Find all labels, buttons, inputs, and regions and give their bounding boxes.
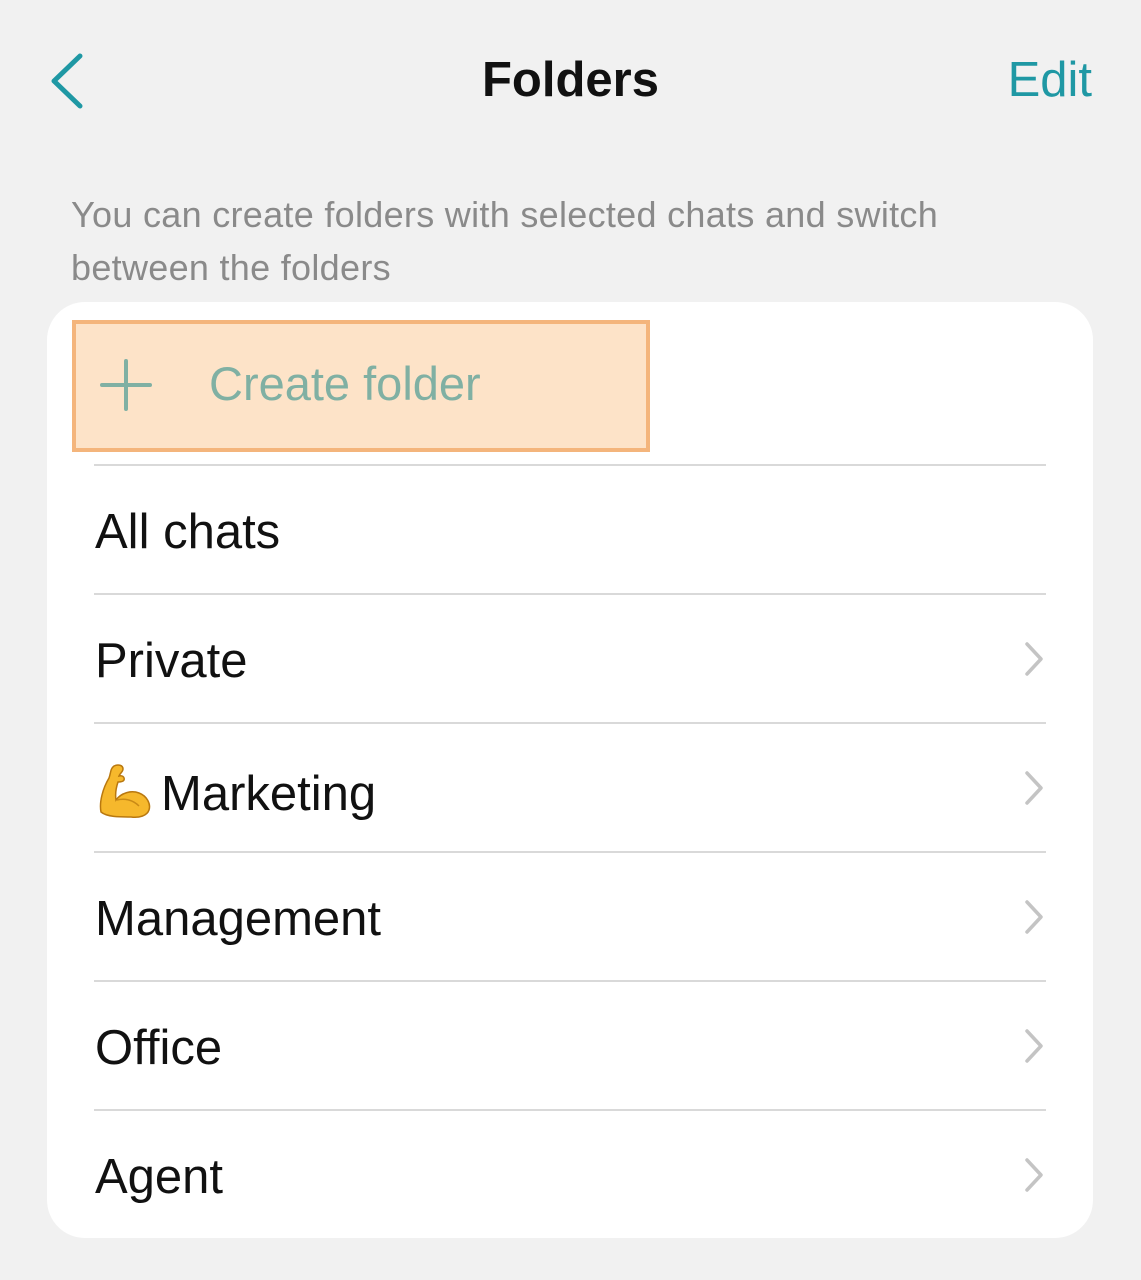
- navigation-bar: Folders Edit: [0, 0, 1141, 160]
- folder-row-management[interactable]: Management: [47, 851, 1093, 980]
- row-divider: [94, 1109, 1046, 1111]
- chevron-right-icon: [1025, 1029, 1043, 1063]
- folders-card: Create folder All chats Private Marketin…: [47, 302, 1093, 1238]
- folder-list: All chats Private Marketing Management O…: [47, 464, 1093, 1238]
- chevron-right-icon: [1025, 1158, 1043, 1192]
- edit-button[interactable]: Edit: [1008, 50, 1092, 110]
- folder-label: All chats: [95, 505, 281, 559]
- row-divider: [94, 593, 1046, 595]
- folder-row-private[interactable]: Private: [47, 593, 1093, 722]
- folder-label: Management: [95, 892, 382, 946]
- folder-label: Marketing: [161, 767, 377, 821]
- create-folder-label: Create folder: [209, 357, 481, 410]
- folder-label-wrapper: Marketing: [95, 760, 376, 824]
- chevron-right-icon: [1025, 642, 1043, 676]
- folder-label: Office: [95, 1021, 223, 1075]
- row-divider: [94, 980, 1046, 982]
- create-folder-button[interactable]: Create folder: [47, 302, 1093, 464]
- folder-row-office[interactable]: Office: [47, 980, 1093, 1109]
- row-divider: [94, 464, 1046, 466]
- folder-row-all-chats[interactable]: All chats: [47, 464, 1093, 593]
- row-divider: [94, 722, 1046, 724]
- folders-description: You can create folders with selected cha…: [71, 194, 939, 288]
- folder-label: Agent: [95, 1150, 224, 1204]
- chevron-right-icon: [1025, 900, 1043, 934]
- page-title: Folders: [482, 53, 659, 107]
- row-divider: [94, 851, 1046, 853]
- flexed-biceps-icon: [99, 764, 151, 818]
- plus-icon: [100, 359, 152, 411]
- chevron-right-icon: [1025, 771, 1043, 805]
- folder-row-marketing[interactable]: Marketing: [47, 722, 1093, 851]
- folder-label: Private: [95, 634, 248, 688]
- folder-row-agent[interactable]: Agent: [47, 1109, 1093, 1238]
